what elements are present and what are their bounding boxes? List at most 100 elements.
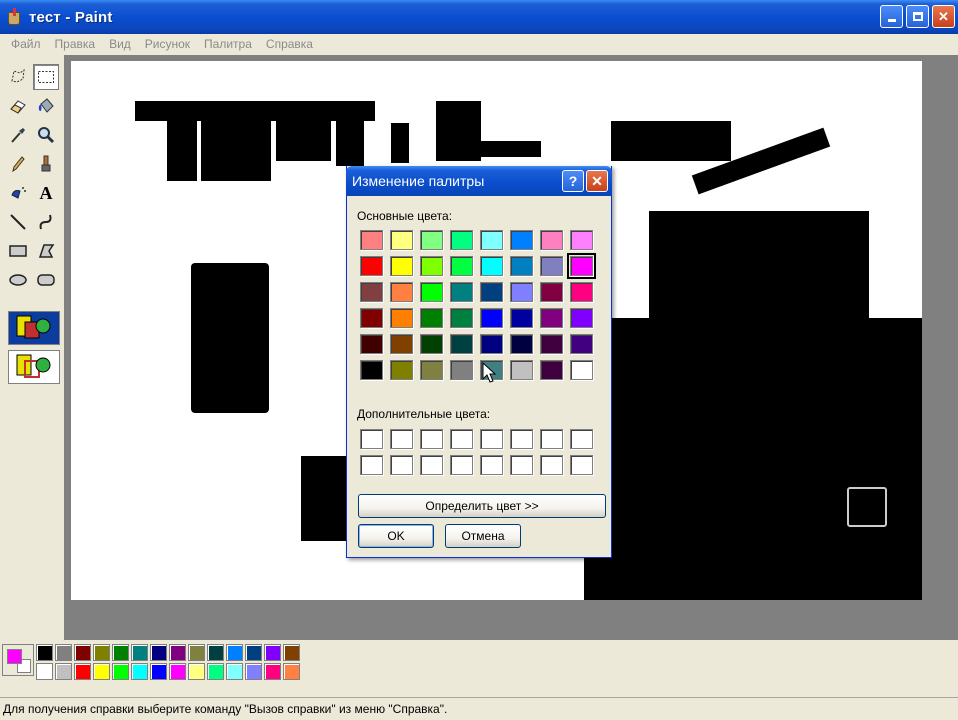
basic-color-cell[interactable] [480, 308, 503, 328]
rect-select-tool[interactable] [33, 64, 59, 90]
basic-color-cell[interactable] [450, 256, 473, 276]
basic-color-cell[interactable] [420, 360, 443, 380]
basic-color-cell[interactable] [420, 256, 443, 276]
basic-color-cell[interactable] [540, 256, 563, 276]
custom-color-cell[interactable] [450, 429, 473, 449]
menu-palette[interactable]: Палитра [197, 37, 259, 51]
palette-swatch[interactable] [245, 644, 262, 661]
color-picker-tool[interactable] [5, 122, 31, 148]
menu-help[interactable]: Справка [259, 37, 320, 51]
menu-view[interactable]: Вид [102, 37, 138, 51]
custom-color-cell[interactable] [540, 455, 563, 475]
palette-swatch[interactable] [264, 663, 281, 680]
basic-color-cell[interactable] [420, 230, 443, 250]
basic-color-cell[interactable] [450, 308, 473, 328]
rounded-rect-tool[interactable] [33, 267, 59, 293]
eraser-tool[interactable] [5, 93, 31, 119]
basic-color-cell[interactable] [390, 256, 413, 276]
basic-color-cell[interactable] [480, 256, 503, 276]
palette-swatch[interactable] [188, 663, 205, 680]
palette-swatch[interactable] [55, 663, 72, 680]
dialog-title-bar[interactable]: Изменение палитры ? ✕ [346, 166, 612, 196]
basic-color-cell[interactable] [570, 334, 593, 354]
palette-swatch[interactable] [150, 644, 167, 661]
basic-color-cell[interactable] [360, 360, 383, 380]
basic-color-cell[interactable] [480, 334, 503, 354]
palette-swatch[interactable] [112, 644, 129, 661]
custom-color-cell[interactable] [540, 429, 563, 449]
basic-color-cell[interactable] [510, 334, 533, 354]
custom-color-cell[interactable] [420, 455, 443, 475]
palette-swatch[interactable] [207, 644, 224, 661]
palette-swatch[interactable] [226, 663, 243, 680]
custom-color-cell[interactable] [390, 429, 413, 449]
fill-bucket-tool[interactable] [33, 93, 59, 119]
menu-file[interactable]: Файл [4, 37, 48, 51]
custom-color-cell[interactable] [360, 455, 383, 475]
text-tool[interactable]: A [33, 180, 59, 206]
basic-color-cell[interactable] [360, 308, 383, 328]
basic-color-cell[interactable] [567, 253, 596, 279]
palette-swatch[interactable] [112, 663, 129, 680]
custom-color-cell[interactable] [570, 455, 593, 475]
basic-color-cell[interactable] [480, 282, 503, 302]
palette-swatch[interactable] [188, 644, 205, 661]
palette-swatch[interactable] [283, 644, 300, 661]
basic-color-cell[interactable] [510, 230, 533, 250]
palette-swatch[interactable] [150, 663, 167, 680]
palette-swatch[interactable] [264, 644, 281, 661]
palette-swatch[interactable] [93, 644, 110, 661]
basic-color-cell[interactable] [390, 360, 413, 380]
basic-color-cell[interactable] [390, 308, 413, 328]
custom-color-cell[interactable] [390, 455, 413, 475]
basic-color-cell[interactable] [480, 230, 503, 250]
dialog-close-button[interactable]: ✕ [586, 170, 608, 192]
polygon-tool[interactable] [33, 238, 59, 264]
close-button[interactable]: ✕ [932, 5, 955, 28]
basic-color-cell[interactable] [450, 282, 473, 302]
basic-color-cell[interactable] [570, 308, 593, 328]
minimize-button[interactable] [880, 5, 903, 28]
palette-swatch[interactable] [74, 663, 91, 680]
custom-color-cell[interactable] [510, 455, 533, 475]
rectangle-tool[interactable] [5, 238, 31, 264]
basic-color-cell[interactable] [570, 282, 593, 302]
basic-color-cell[interactable] [540, 230, 563, 250]
custom-color-cell[interactable] [480, 429, 503, 449]
basic-color-cell[interactable] [540, 334, 563, 354]
basic-color-cell[interactable] [450, 334, 473, 354]
basic-color-cell[interactable] [390, 334, 413, 354]
palette-swatch[interactable] [131, 663, 148, 680]
palette-swatch[interactable] [74, 644, 91, 661]
line-tool[interactable] [5, 209, 31, 235]
free-form-select-tool[interactable] [5, 64, 31, 90]
basic-color-cell[interactable] [570, 360, 593, 380]
custom-color-cell[interactable] [570, 429, 593, 449]
basic-color-cell[interactable] [420, 334, 443, 354]
palette-swatch[interactable] [283, 663, 300, 680]
custom-color-cell[interactable] [360, 429, 383, 449]
basic-color-cell[interactable] [510, 282, 533, 302]
basic-color-cell[interactable] [420, 308, 443, 328]
custom-color-cell[interactable] [420, 429, 443, 449]
palette-swatch[interactable] [36, 644, 53, 661]
transparent-mode-transparent[interactable] [8, 350, 60, 384]
airbrush-tool[interactable] [5, 180, 31, 206]
palette-swatch[interactable] [226, 644, 243, 661]
ok-button[interactable]: OK [358, 524, 434, 548]
palette-swatch[interactable] [169, 663, 186, 680]
basic-color-cell[interactable] [510, 256, 533, 276]
basic-color-cell[interactable] [450, 360, 473, 380]
palette-swatch[interactable] [169, 644, 186, 661]
basic-color-cell[interactable] [540, 282, 563, 302]
basic-color-cell[interactable] [360, 282, 383, 302]
basic-color-cell[interactable] [360, 230, 383, 250]
restore-button[interactable] [906, 5, 929, 28]
basic-color-cell[interactable] [510, 308, 533, 328]
basic-color-cell[interactable] [510, 360, 533, 380]
basic-color-cell[interactable] [540, 308, 563, 328]
basic-color-cell[interactable] [420, 282, 443, 302]
palette-swatch[interactable] [93, 663, 110, 680]
custom-color-cell[interactable] [510, 429, 533, 449]
custom-color-cell[interactable] [450, 455, 473, 475]
